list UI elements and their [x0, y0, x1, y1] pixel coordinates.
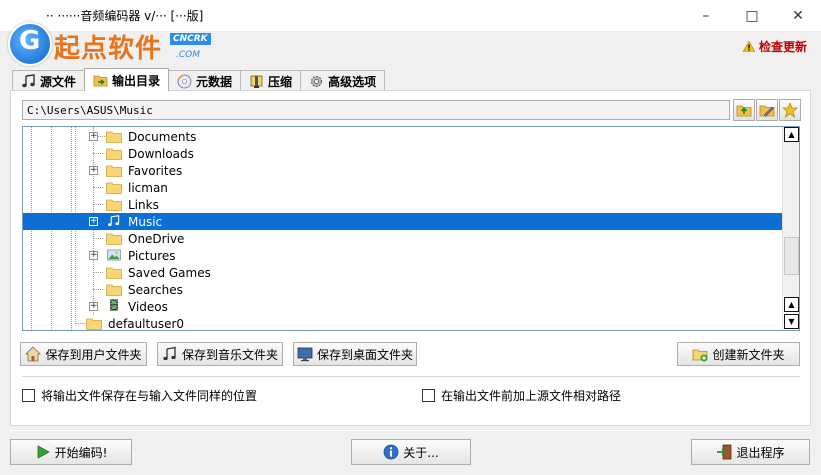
- relative-path-option[interactable]: 在输出文件前加上源文件相对路径: [422, 387, 621, 404]
- expand-icon[interactable]: +: [89, 302, 98, 311]
- close-icon[interactable]: ✕: [775, 0, 821, 31]
- tree-item-links[interactable]: Links: [23, 196, 783, 213]
- folder-icon: [106, 131, 122, 143]
- play-icon: [37, 445, 50, 459]
- folder-up-button[interactable]: [733, 99, 755, 121]
- videos-folder-icon: [110, 299, 118, 311]
- monitor-icon: [297, 347, 313, 362]
- minimize-icon[interactable]: –: [683, 0, 729, 31]
- exit-icon: [717, 444, 732, 460]
- logo: G 起点软件 CNCRK .COM: [8, 20, 211, 70]
- scroll-up-icon[interactable]: ▲: [784, 127, 799, 142]
- folder-icon: [106, 233, 122, 245]
- folder-up-icon: [736, 105, 752, 117]
- favorites-button[interactable]: [779, 99, 801, 121]
- tree-item-saved-games[interactable]: Saved Games: [23, 264, 783, 281]
- tree-scrollbar[interactable]: ▲: [782, 127, 799, 297]
- check-update-link[interactable]: 检查更新: [742, 38, 807, 55]
- maximize-icon[interactable]: □: [729, 0, 775, 31]
- cd-icon: [177, 74, 192, 88]
- warning-icon: [742, 41, 755, 52]
- output-path-field[interactable]: C:\Users\ASUS\Music: [22, 100, 730, 120]
- logo-badge: CNCRK: [170, 33, 211, 45]
- tree-item-downloads[interactable]: Downloads: [23, 145, 783, 162]
- same-location-checkbox[interactable]: [22, 389, 35, 402]
- compress-icon: [250, 75, 263, 88]
- tree-item-onedrive[interactable]: OneDrive: [23, 230, 783, 247]
- exit-button[interactable]: 退出程序: [691, 439, 810, 465]
- music-note-icon: [22, 73, 35, 87]
- expand-icon[interactable]: +: [89, 251, 98, 260]
- folder-icon: [106, 182, 122, 194]
- folder-icon: [106, 267, 122, 279]
- check-update-label: 检查更新: [758, 40, 807, 54]
- scroll-up-icon[interactable]: ▲: [784, 297, 799, 312]
- folder-arrow-icon: [93, 75, 108, 86]
- tree-item-documents[interactable]: + Documents: [23, 128, 783, 145]
- tab-source-files[interactable]: 源文件: [12, 70, 86, 91]
- save-to-user-folder-button[interactable]: 保存到用户文件夹: [20, 342, 147, 366]
- start-encoding-button[interactable]: 开始编码!: [10, 439, 132, 465]
- tab-metadata[interactable]: 元数据: [168, 70, 242, 91]
- create-new-folder-button[interactable]: 创建新文件夹: [677, 342, 800, 366]
- home-icon: [25, 346, 42, 362]
- tree-item-licman[interactable]: licman: [23, 179, 783, 196]
- logo-domain: .COM: [176, 50, 200, 60]
- expand-icon[interactable]: +: [89, 132, 98, 141]
- tree-item-videos[interactable]: + Videos: [23, 298, 783, 315]
- save-to-desktop-folder-button[interactable]: 保存到桌面文件夹: [293, 342, 417, 366]
- logo-text: 起点软件: [54, 34, 163, 64]
- tree-item-favorites[interactable]: + Favorites: [23, 162, 783, 179]
- relative-path-checkbox[interactable]: [422, 389, 435, 402]
- tree-item-pictures[interactable]: + Pictures: [23, 247, 783, 264]
- folder-icon: [106, 199, 122, 211]
- tree-item-searches[interactable]: Searches: [23, 281, 783, 298]
- expand-icon[interactable]: +: [89, 166, 98, 175]
- edit-folder-button[interactable]: [756, 99, 778, 121]
- pictures-folder-icon: [107, 249, 121, 261]
- tree-item-defaultuser0[interactable]: defaultuser0: [23, 315, 783, 330]
- new-folder-icon: [693, 349, 708, 362]
- info-icon: [383, 444, 399, 460]
- about-button[interactable]: 关于...: [351, 439, 471, 465]
- tree-item-music[interactable]: + Music: [23, 213, 783, 230]
- folder-icon: [106, 148, 122, 160]
- divider: [22, 376, 800, 377]
- favorite-star-icon: [782, 102, 798, 118]
- edit-folder-icon: [759, 105, 775, 117]
- expand-icon[interactable]: +: [89, 217, 98, 226]
- scroll-down-icon[interactable]: ▼: [784, 314, 799, 329]
- folder-tree[interactable]: + Documents Downloads + Favorites licman…: [22, 126, 800, 331]
- gear-icon: [311, 75, 323, 87]
- folder-icon: [106, 165, 122, 177]
- scroll-thumb[interactable]: [784, 237, 799, 275]
- music-note-icon: [163, 346, 176, 361]
- music-folder-icon: [108, 215, 120, 227]
- folder-icon: [106, 284, 122, 296]
- tab-advanced[interactable]: 高级选项: [300, 70, 386, 91]
- save-to-music-folder-button[interactable]: 保存到音乐文件夹: [157, 342, 283, 366]
- tab-strip: 源文件 输出目录 元数据 压缩 高级选项: [12, 68, 386, 91]
- tab-compress[interactable]: 压缩: [240, 70, 302, 91]
- folder-icon: [86, 318, 102, 330]
- divider: [10, 430, 811, 431]
- inner-scrollbar[interactable]: ▲ ▼: [782, 297, 799, 330]
- same-location-option[interactable]: 将输出文件保存在与输入文件同样的位置: [22, 387, 257, 404]
- tab-output-dir[interactable]: 输出目录: [84, 68, 170, 91]
